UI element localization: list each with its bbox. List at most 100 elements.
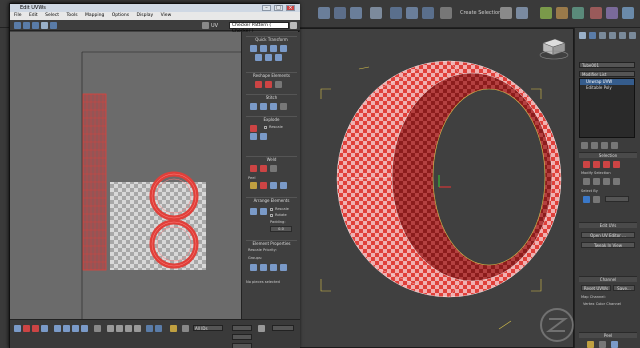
modifier-list-dropdown[interactable]: Modifier List — [579, 71, 635, 77]
straighten-icon[interactable] — [255, 81, 262, 88]
pack-custom-icon[interactable] — [260, 208, 267, 215]
move-icon[interactable] — [14, 22, 21, 29]
padding-spinner[interactable]: 0.0 — [270, 226, 292, 232]
object-name-field[interactable]: Tube001 — [579, 62, 635, 68]
show-map-icon[interactable] — [202, 22, 209, 29]
vertex-color-channel-option[interactable]: Vertex Color Channel — [583, 302, 621, 306]
peel-tool-icon[interactable] — [587, 341, 594, 348]
face-mode-icon[interactable] — [32, 325, 39, 332]
seams-icon[interactable] — [611, 341, 618, 348]
pins-icon[interactable] — [270, 182, 277, 189]
uv-shell-outer-wall[interactable] — [82, 93, 107, 271]
layer-icon[interactable] — [540, 7, 552, 19]
edit-named-selection-icon[interactable] — [440, 7, 452, 19]
edge-select-icon[interactable] — [593, 161, 600, 168]
create-tab-icon[interactable] — [579, 32, 586, 39]
element-mode-icon[interactable] — [41, 325, 48, 332]
menu-display[interactable]: Display — [137, 13, 154, 18]
break-icon[interactable] — [250, 125, 257, 132]
pin-stack-icon[interactable] — [581, 142, 588, 149]
motion-tab-icon[interactable] — [609, 32, 616, 39]
channel-rollout-title[interactable]: Channel — [579, 276, 637, 282]
unpin-icon[interactable] — [280, 182, 287, 189]
peel-mode-icon[interactable] — [260, 182, 267, 189]
dropdown-arrow-icon[interactable] — [290, 22, 297, 29]
rotate-icon[interactable] — [23, 22, 30, 29]
grow-icon[interactable] — [583, 178, 590, 185]
peel-rollout-title[interactable]: Peel — [579, 332, 637, 338]
ring-icon[interactable] — [613, 178, 620, 185]
loop-selection-icon[interactable] — [72, 325, 79, 332]
maximize-button[interactable]: □ — [274, 5, 283, 11]
filter-icon[interactable] — [182, 325, 189, 332]
show-end-result-icon[interactable] — [591, 142, 598, 149]
freeform-icon[interactable] — [41, 22, 48, 29]
rescale-checkbox[interactable] — [264, 126, 267, 129]
uv-editor-canvas[interactable] — [10, 32, 241, 319]
menu-mapping[interactable]: Mapping — [85, 13, 104, 18]
shrink-selection-icon[interactable] — [63, 325, 70, 332]
weld-target-icon[interactable] — [260, 165, 267, 172]
viewcube-icon[interactable] — [539, 38, 569, 60]
selection-rollout-title[interactable]: Selection — [579, 152, 637, 158]
scale-icon[interactable] — [32, 22, 39, 29]
material-editor-icon[interactable] — [590, 7, 602, 19]
zoom-icon[interactable] — [116, 325, 123, 332]
menu-file[interactable]: File — [14, 13, 22, 18]
soft-selection-icon[interactable] — [94, 325, 101, 332]
align-right-icon[interactable] — [270, 45, 277, 52]
zoom-region-icon[interactable] — [125, 325, 132, 332]
menu-options[interactable]: Options — [112, 13, 129, 18]
render-setup-icon[interactable] — [606, 7, 618, 19]
align-center-icon[interactable] — [260, 45, 267, 52]
open-uv-editor-button[interactable]: Open UV Editor ... — [581, 232, 635, 238]
vertex-select-icon[interactable] — [583, 161, 590, 168]
u-coord-field[interactable] — [232, 325, 252, 331]
explode-title[interactable]: Explode — [246, 116, 297, 122]
zoom-field[interactable] — [272, 325, 294, 331]
arrange-rescale-checkbox[interactable] — [270, 208, 273, 211]
make-unique-icon[interactable] — [601, 142, 608, 149]
element-properties-title[interactable]: Element Properties — [246, 240, 297, 246]
move-icon[interactable] — [318, 7, 330, 19]
close-button[interactable]: × — [286, 5, 295, 11]
angle-spinner[interactable] — [605, 196, 629, 202]
shrink-icon[interactable] — [593, 178, 600, 185]
polygon-select-icon[interactable] — [603, 161, 610, 168]
loop-icon[interactable] — [603, 178, 610, 185]
grid-icon[interactable] — [155, 325, 162, 332]
pan-icon[interactable] — [107, 325, 114, 332]
display-tab-icon[interactable] — [619, 32, 626, 39]
relax-icon[interactable] — [265, 81, 272, 88]
grow-selection-icon[interactable] — [54, 325, 61, 332]
edge-mode-icon[interactable] — [23, 325, 30, 332]
menu-edit[interactable]: Edit — [29, 13, 38, 18]
tweak-in-view-button[interactable]: Tweak In View — [581, 242, 635, 248]
stitch-source-icon[interactable] — [250, 103, 257, 110]
mirror-icon[interactable] — [500, 7, 512, 19]
group-clear-icon[interactable] — [280, 264, 287, 271]
w-coord-field[interactable] — [232, 343, 252, 348]
align-icon[interactable] — [516, 7, 528, 19]
stitch-average-icon[interactable] — [270, 103, 277, 110]
pelt-map-icon[interactable] — [599, 341, 606, 348]
group-remove-icon[interactable] — [270, 264, 277, 271]
mirror-icon[interactable] — [50, 22, 57, 29]
group-select-icon[interactable] — [250, 264, 257, 271]
stitch-target-icon[interactable] — [260, 103, 267, 110]
percent-snap-icon[interactable] — [422, 7, 434, 19]
save-button[interactable]: Save... — [613, 285, 635, 291]
quick-peel-icon[interactable] — [250, 182, 257, 189]
schematic-view-icon[interactable] — [572, 7, 584, 19]
arrange-elements-title[interactable]: Arrange Elements — [246, 197, 297, 203]
rotate-icon[interactable] — [334, 7, 346, 19]
lock-icon[interactable] — [170, 325, 177, 332]
scale-icon[interactable] — [350, 7, 362, 19]
curve-editor-icon[interactable] — [556, 7, 568, 19]
edit-uvs-rollout-title[interactable]: Edit UVs — [579, 222, 637, 228]
weld-selected-icon[interactable] — [250, 165, 257, 172]
rotate-neg90-icon[interactable] — [265, 54, 272, 61]
id-filter-dropdown[interactable]: All IDs — [193, 325, 223, 331]
tube-object[interactable] — [336, 60, 562, 298]
stitch-title[interactable]: Stitch — [246, 94, 297, 100]
